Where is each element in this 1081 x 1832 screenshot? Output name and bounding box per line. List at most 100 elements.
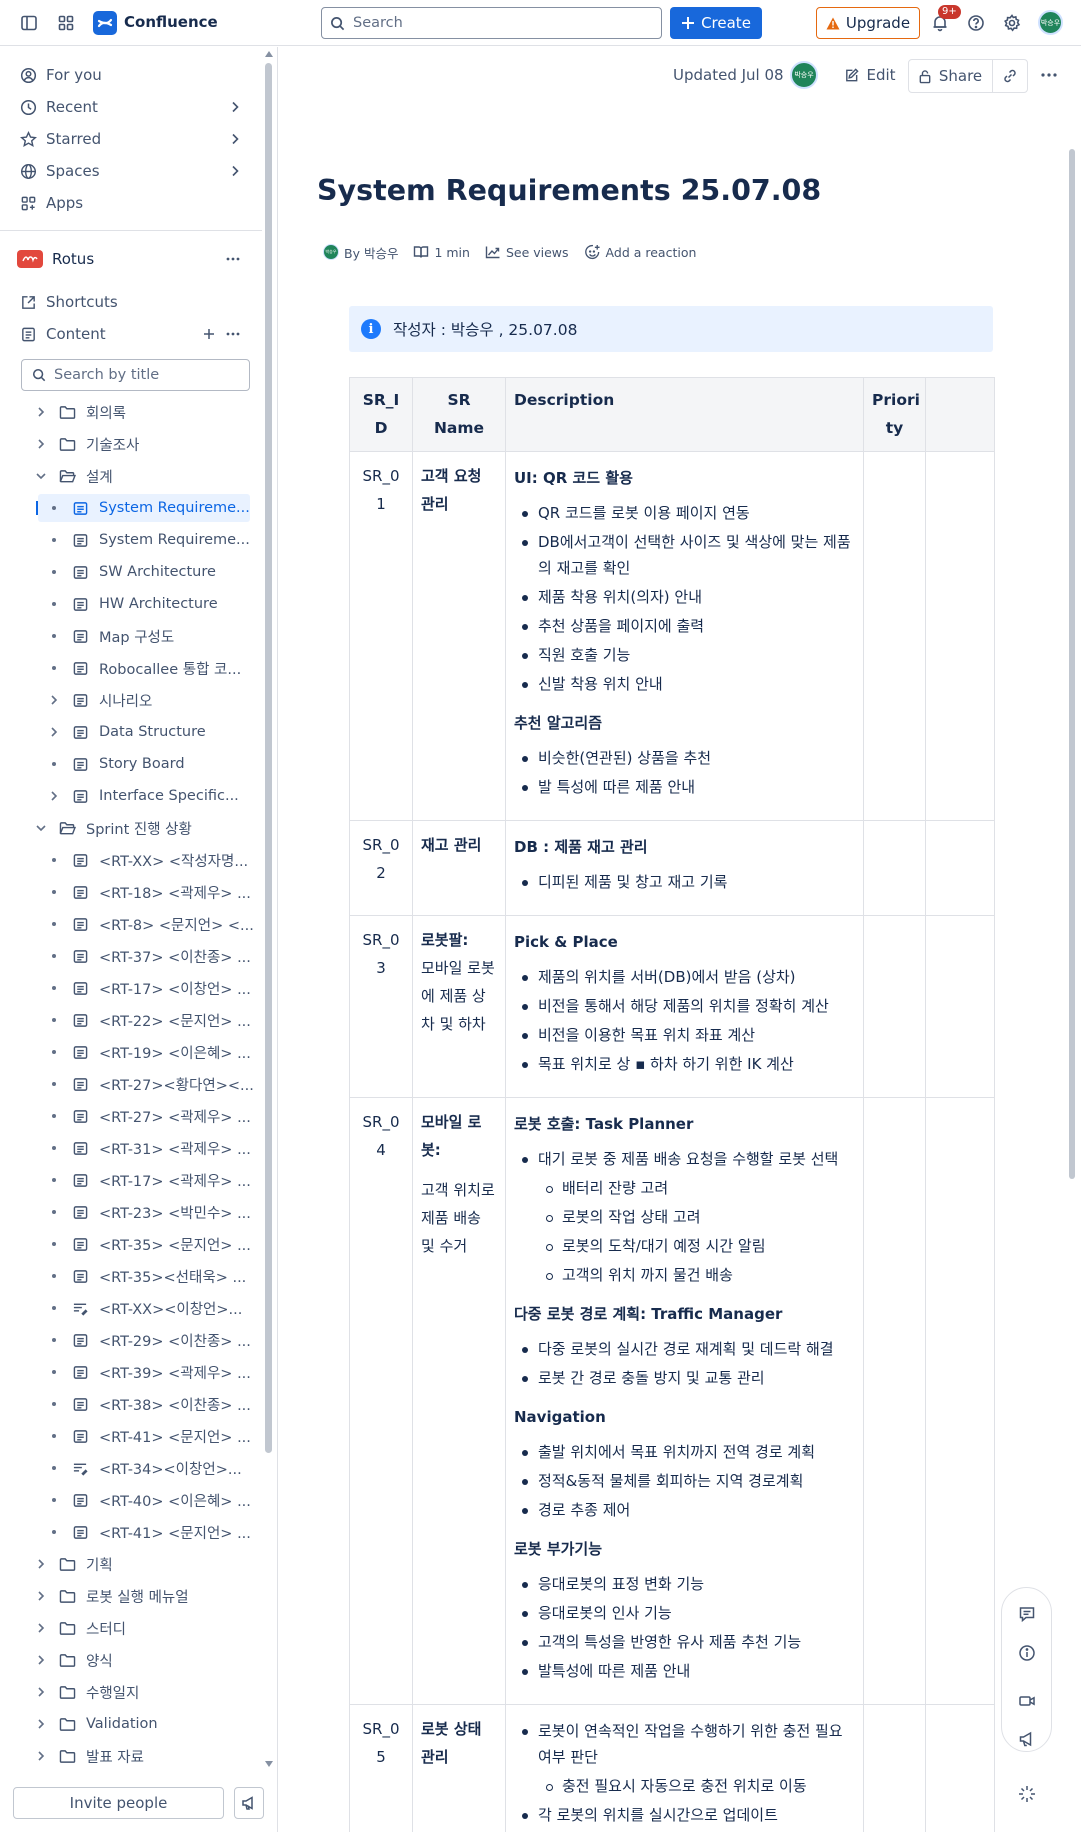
- space-header[interactable]: Rotus: [17, 246, 94, 272]
- chevron-right-icon[interactable]: [34, 1557, 48, 1571]
- user-avatar[interactable]: 박승우: [1038, 10, 1063, 35]
- create-button[interactable]: Create: [670, 7, 762, 39]
- sidebar-tree-item[interactable]: Map 구성도: [47, 622, 174, 650]
- sidebar-tree-item[interactable]: <RT-8> <문지언> <...: [47, 910, 254, 938]
- sidebar-tree-item[interactable]: <RT-29> <이찬종> ...: [47, 1326, 251, 1354]
- nav-starred[interactable]: Starred: [20, 126, 101, 152]
- search-by-title-input[interactable]: Search by title: [21, 359, 250, 391]
- comment-icon[interactable]: [1018, 1605, 1036, 1623]
- scroll-up-arrow-icon[interactable]: [264, 50, 274, 58]
- sidebar-tree-item[interactable]: 수행일지: [34, 1678, 139, 1706]
- chevron-right-icon[interactable]: [34, 1653, 48, 1667]
- sidebar-tree-item[interactable]: 로봇 실행 메뉴얼: [34, 1582, 189, 1610]
- chevron-right-icon[interactable]: [228, 164, 242, 178]
- share-button[interactable]: Share: [911, 60, 989, 92]
- sidebar-scrollbar[interactable]: [262, 47, 276, 1832]
- sidebar-tree-item[interactable]: Interface Specific...: [47, 782, 239, 810]
- sidebar-tree-item[interactable]: <RT-38> <이찬종> ...: [47, 1390, 251, 1418]
- sidebar-toggle-icon[interactable]: [18, 12, 40, 34]
- sidebar-tree-item[interactable]: <RT-41> <문지언> ...: [47, 1422, 251, 1450]
- page-scroll-thumb[interactable]: [1069, 149, 1075, 1179]
- sidebar-tree-item[interactable]: <RT-31> <곽제우> ...: [47, 1134, 251, 1162]
- sidebar-tree-item[interactable]: 시나리오: [47, 686, 152, 714]
- sidebar-tree-item[interactable]: System Requireme...: [36, 494, 250, 522]
- chevron-right-icon[interactable]: [228, 100, 242, 114]
- see-views-link[interactable]: See views: [506, 245, 569, 260]
- sidebar-tree-item[interactable]: Data Structure: [47, 718, 206, 746]
- settings-gear-icon[interactable]: [1001, 12, 1023, 34]
- invite-people-button[interactable]: Invite people: [13, 1787, 224, 1819]
- sidebar-tree-item[interactable]: Sprint 진행 상황: [34, 814, 192, 842]
- sidebar-tree-item[interactable]: <RT-35> <문지언> ...: [47, 1230, 251, 1258]
- sidebar-tree-item[interactable]: 기획: [34, 1550, 113, 1578]
- sidebar-tree-item[interactable]: <RT-19> <이은혜> ...: [47, 1038, 251, 1066]
- app-name[interactable]: Confluence: [124, 13, 218, 31]
- author-name[interactable]: By 박승우: [344, 243, 398, 262]
- chevron-right-icon[interactable]: [34, 1717, 48, 1731]
- sidebar-tree-item[interactable]: <RT-18> <곽제우> ...: [47, 878, 251, 906]
- sidebar-tree-item[interactable]: <RT-17> <곽제우> ...: [47, 1166, 251, 1194]
- updated-text[interactable]: Updated Jul 08: [673, 59, 784, 91]
- sidebar-tree-item[interactable]: <RT-37> <이찬종> ...: [47, 942, 251, 970]
- confluence-logo-icon[interactable]: [93, 11, 117, 35]
- sidebar-tree-item[interactable]: <RT-23> <박민수> ...: [47, 1198, 251, 1226]
- sidebar-tree-item[interactable]: Robocallee 통합 코...: [47, 654, 241, 682]
- sidebar-tree-item[interactable]: <RT-XX><이창언>...: [47, 1294, 242, 1322]
- sidebar-tree-item[interactable]: Story Board: [47, 750, 185, 778]
- sidebar-tree-item[interactable]: 스터디: [34, 1614, 126, 1642]
- sidebar-tree-item[interactable]: <RT-17> <이창언> ...: [47, 974, 251, 1002]
- chevron-right-icon[interactable]: [47, 725, 61, 739]
- nav-content[interactable]: Content: [20, 321, 106, 347]
- nav-apps[interactable]: Apps: [20, 190, 83, 216]
- sidebar-tree-item[interactable]: 양식: [34, 1646, 113, 1674]
- nav-recent[interactable]: Recent: [20, 94, 98, 120]
- sidebar-tree-item[interactable]: <RT-XX> <작성자명...: [47, 846, 248, 874]
- ai-sparkle-icon[interactable]: [1017, 1784, 1037, 1804]
- sidebar-tree-item[interactable]: 기술조사: [34, 430, 139, 458]
- add-reaction-icon[interactable]: [584, 244, 601, 261]
- nav-spaces[interactable]: Spaces: [20, 158, 100, 184]
- add-reaction-label[interactable]: Add a reaction: [606, 245, 697, 260]
- scroll-down-arrow-icon[interactable]: [264, 1760, 274, 1768]
- announcement-megaphone-icon[interactable]: [1018, 1730, 1036, 1748]
- sidebar-tree-item[interactable]: SW Architecture: [47, 558, 216, 586]
- sidebar-scroll-thumb[interactable]: [265, 63, 272, 1453]
- chevron-right-icon[interactable]: [47, 693, 61, 707]
- chevron-down-icon[interactable]: [34, 469, 48, 483]
- chevron-right-icon[interactable]: [34, 437, 48, 451]
- sidebar-tree-item[interactable]: System Requireme...: [47, 526, 250, 554]
- app-switcher-icon[interactable]: [55, 12, 77, 34]
- sidebar-tree-item[interactable]: HW Architecture: [47, 590, 218, 618]
- sidebar-tree-item[interactable]: <RT-34><이창언>...: [47, 1454, 242, 1482]
- sidebar-tree-item[interactable]: <RT-22> <문지언> ...: [47, 1006, 251, 1034]
- nav-shortcuts[interactable]: Shortcuts: [20, 289, 118, 315]
- sidebar-tree-item[interactable]: <RT-35><선태욱> ...: [47, 1262, 246, 1290]
- page-scrollbar[interactable]: [1067, 107, 1077, 1832]
- sidebar-tree-item[interactable]: <RT-27> <곽제우> ...: [47, 1102, 251, 1130]
- more-actions-icon[interactable]: [1036, 59, 1062, 91]
- sidebar-tree-item[interactable]: 설계: [34, 462, 113, 490]
- sidebar-tree-item[interactable]: <RT-39> <곽제우> ...: [47, 1358, 251, 1386]
- sidebar-tree-item[interactable]: 발표 자료: [34, 1742, 144, 1770]
- space-more-icon[interactable]: [225, 252, 241, 266]
- search-input[interactable]: Search: [321, 7, 662, 39]
- nav-for-you[interactable]: For you: [20, 62, 102, 88]
- copy-link-icon[interactable]: [993, 60, 1027, 92]
- content-more-icon[interactable]: [225, 327, 241, 341]
- sidebar-tree-item[interactable]: <RT-27><황다연><...: [47, 1070, 254, 1098]
- sidebar-tree-item[interactable]: 회의록: [34, 398, 126, 426]
- chevron-right-icon[interactable]: [34, 1621, 48, 1635]
- help-icon[interactable]: [965, 12, 987, 34]
- sidebar-tree-item[interactable]: <RT-41> <문지언> ...: [47, 1518, 251, 1546]
- chevron-right-icon[interactable]: [47, 789, 61, 803]
- chevron-right-icon[interactable]: [34, 1749, 48, 1763]
- chevron-right-icon[interactable]: [228, 132, 242, 146]
- video-record-icon[interactable]: [1018, 1692, 1036, 1710]
- details-info-icon[interactable]: [1018, 1644, 1036, 1662]
- contributor-avatar[interactable]: 박승우: [790, 61, 818, 89]
- add-content-plus-icon[interactable]: [202, 327, 216, 341]
- feedback-megaphone-icon[interactable]: [234, 1787, 264, 1819]
- chevron-down-icon[interactable]: [34, 821, 48, 835]
- chevron-right-icon[interactable]: [34, 1589, 48, 1603]
- chevron-right-icon[interactable]: [34, 405, 48, 419]
